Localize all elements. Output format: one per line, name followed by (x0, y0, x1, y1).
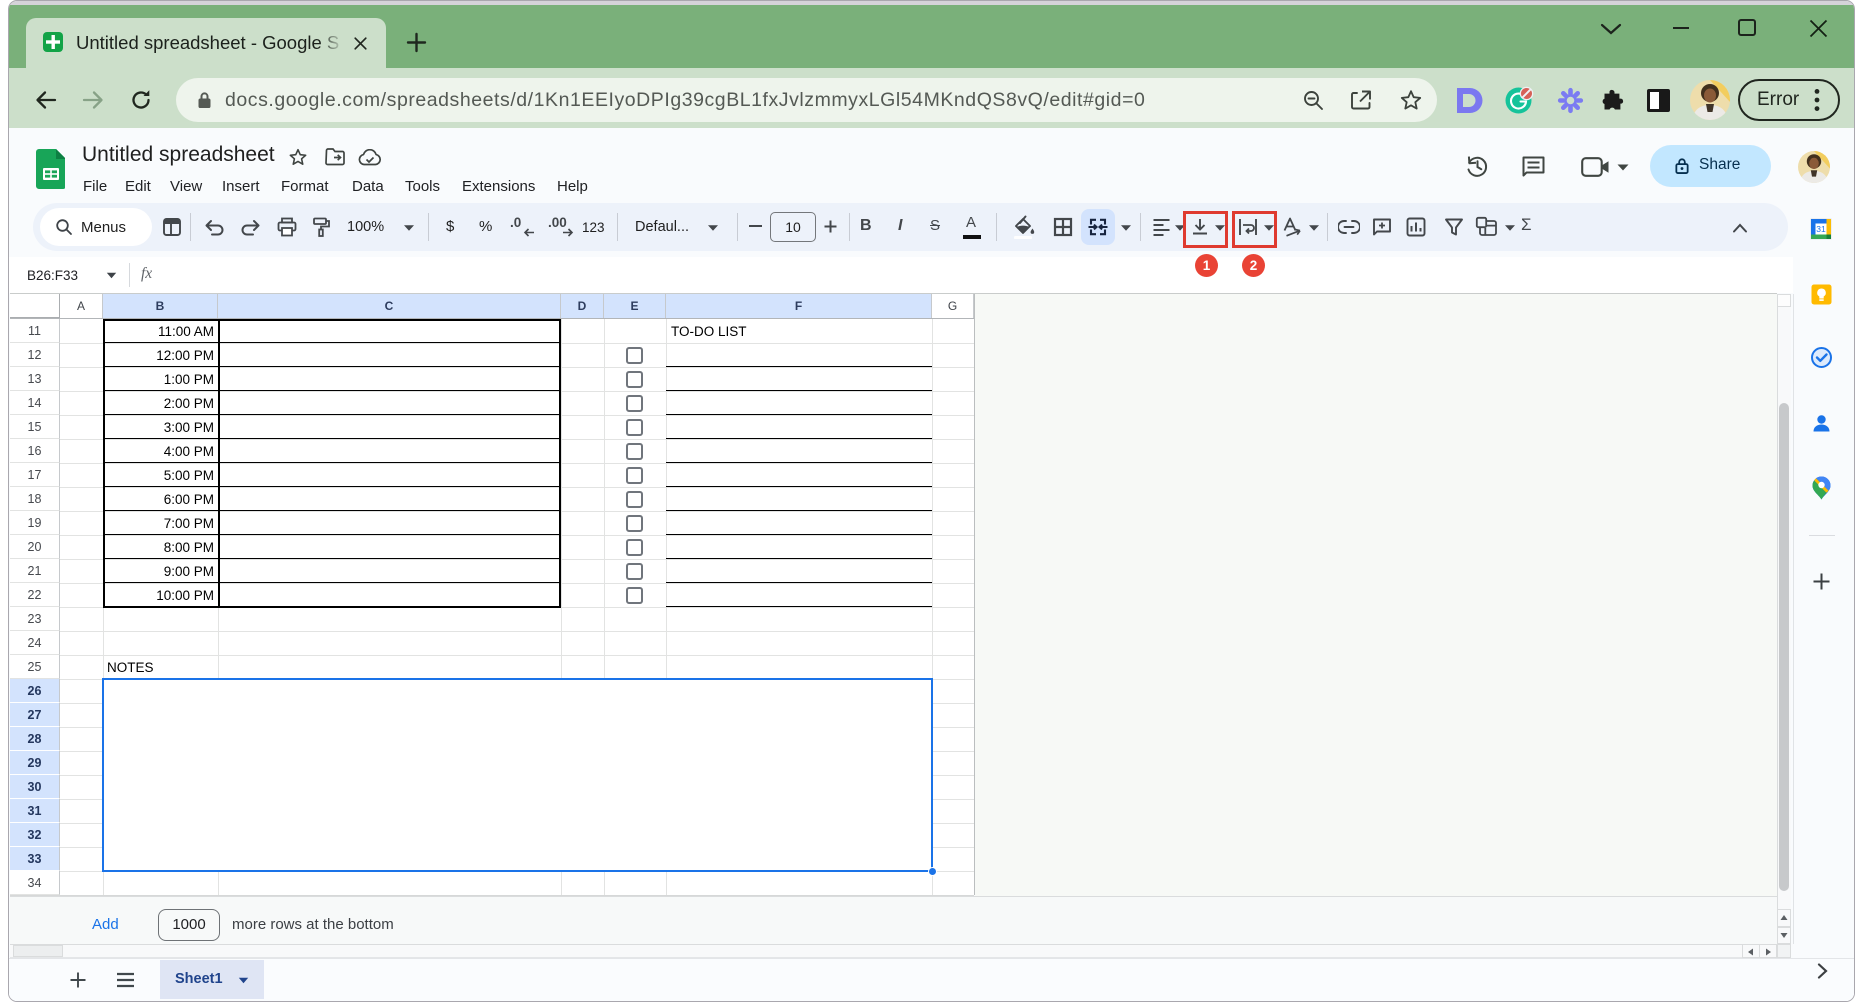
svg-text:31: 31 (1816, 224, 1826, 234)
